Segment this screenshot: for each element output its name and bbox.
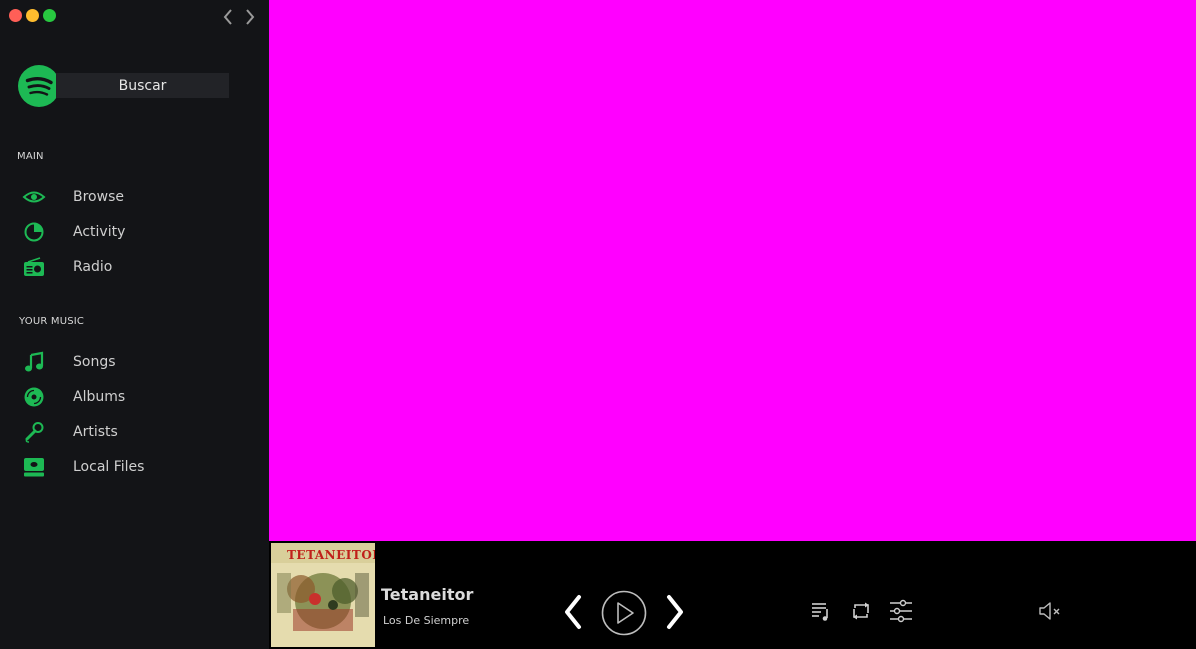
- sidebar-item-albums[interactable]: Albums: [18, 382, 258, 412]
- main-content-area: [269, 0, 1196, 541]
- music-note-icon: [18, 350, 50, 374]
- spotify-logo-icon[interactable]: [18, 65, 60, 107]
- section-title-main: MAIN: [17, 151, 44, 162]
- minimize-window-button[interactable]: [26, 9, 39, 22]
- close-window-button[interactable]: [9, 9, 22, 22]
- section-title-your-music: YOUR MUSIC: [19, 316, 85, 327]
- sidebar-item-label: Activity: [73, 224, 126, 240]
- sliders-icon: [890, 599, 912, 623]
- sidebar-item-songs[interactable]: Songs: [18, 347, 258, 377]
- sidebar-item-radio[interactable]: Radio: [18, 252, 258, 282]
- mute-button[interactable]: [1038, 600, 1062, 626]
- next-button[interactable]: [663, 593, 687, 635]
- queue-button[interactable]: [810, 600, 832, 626]
- hard-drive-icon: [18, 455, 50, 479]
- track-title[interactable]: Tetaneitor: [381, 585, 473, 604]
- album-cover-title: TETANEITOR: [287, 548, 375, 562]
- chevron-left-icon: [223, 9, 232, 25]
- player-bar: TETANEITOR Tetaneitor Los De Siempre: [269, 541, 1196, 649]
- radio-icon: [18, 255, 50, 279]
- sidebar-item-local-files[interactable]: Local Files: [18, 452, 258, 482]
- sidebar-item-label: Local Files: [73, 459, 145, 475]
- window-controls: [9, 9, 56, 22]
- microphone-icon: [18, 420, 50, 444]
- disc-icon: [18, 385, 50, 409]
- eye-icon: [18, 185, 50, 209]
- volume-muted-icon: [1039, 602, 1060, 620]
- chevron-left-icon: [565, 595, 581, 629]
- search-input[interactable]: [56, 73, 229, 98]
- play-button[interactable]: [601, 590, 647, 640]
- sidebar-item-label: Albums: [73, 389, 126, 405]
- sidebar: MAIN Browse Activity: [0, 0, 269, 649]
- chevron-right-icon: [667, 595, 683, 629]
- app-window: MAIN Browse Activity: [0, 0, 1196, 649]
- sidebar-item-label: Songs: [73, 354, 116, 370]
- sidebar-item-label: Artists: [73, 424, 118, 440]
- sidebar-item-activity[interactable]: Activity: [18, 217, 258, 247]
- forward-button[interactable]: [242, 7, 258, 27]
- sidebar-item-browse[interactable]: Browse: [18, 182, 258, 212]
- pie-icon: [18, 220, 50, 244]
- maximize-window-button[interactable]: [43, 9, 56, 22]
- history-nav: [220, 7, 258, 27]
- track-artist[interactable]: Los De Siempre: [383, 614, 469, 627]
- repeat-button[interactable]: [850, 600, 872, 626]
- sidebar-item-label: Radio: [73, 259, 113, 275]
- repeat-icon: [853, 602, 869, 620]
- back-button[interactable]: [220, 7, 236, 27]
- previous-button[interactable]: [561, 593, 585, 635]
- play-icon: [601, 590, 647, 636]
- sidebar-item-label: Browse: [73, 189, 124, 205]
- equalizer-button[interactable]: [889, 599, 913, 627]
- album-cover[interactable]: TETANEITOR: [271, 543, 375, 647]
- sidebar-item-artists[interactable]: Artists: [18, 417, 258, 447]
- chevron-right-icon: [246, 9, 255, 25]
- queue-icon: [812, 603, 828, 621]
